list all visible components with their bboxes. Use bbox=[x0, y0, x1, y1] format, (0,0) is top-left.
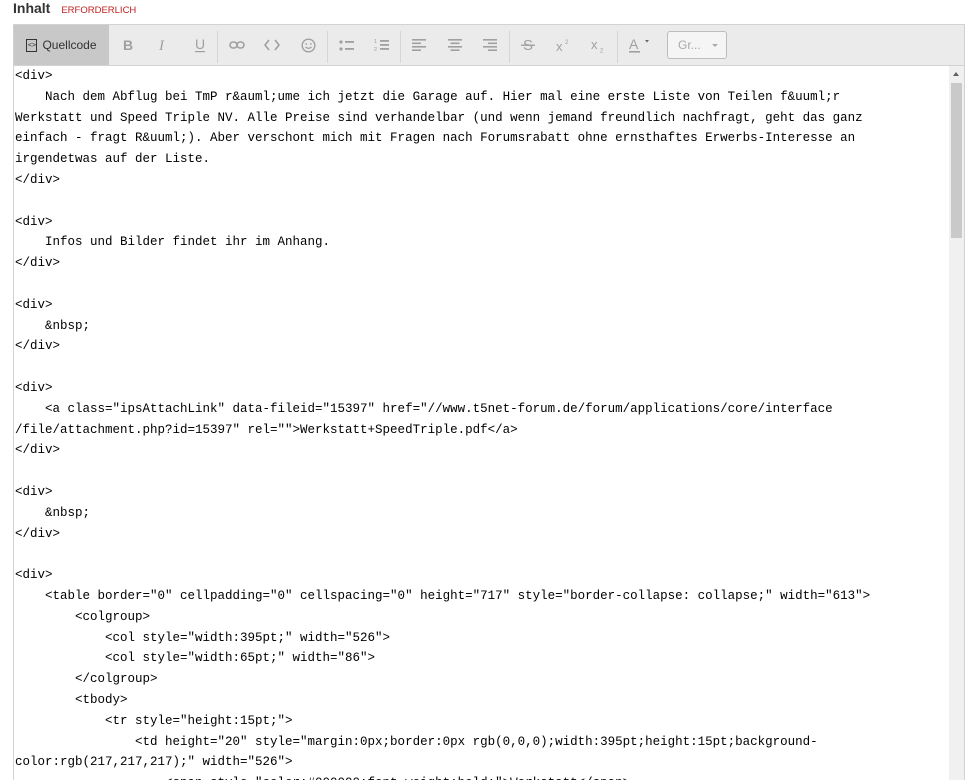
source-icon: <> bbox=[26, 38, 38, 52]
svg-text:2: 2 bbox=[600, 48, 604, 53]
code-icon bbox=[264, 39, 280, 51]
toolbar-separator bbox=[617, 31, 618, 63]
code-line: </div> bbox=[15, 443, 61, 458]
align-right-button[interactable] bbox=[480, 25, 500, 65]
bulleted-list-icon bbox=[338, 39, 354, 51]
svg-text:B: B bbox=[123, 38, 133, 52]
svg-text:2: 2 bbox=[565, 40, 569, 46]
code-line: <div> bbox=[15, 484, 53, 499]
code-line: <div> bbox=[15, 214, 53, 229]
code-button[interactable] bbox=[261, 25, 283, 65]
code-line: </div> bbox=[15, 339, 61, 354]
source-button-label: Quellcode bbox=[42, 38, 97, 52]
code-line: <td height="20" style="margin:0px;border… bbox=[15, 734, 818, 749]
code-line: <colgroup> bbox=[15, 609, 151, 624]
code-line: Werkstatt und Speed Triple NV. Alle Prei… bbox=[15, 110, 863, 125]
link-icon bbox=[229, 41, 245, 49]
source-code-text[interactable]: <div> Nach dem Abflug bei TmP r&auml;ume… bbox=[15, 66, 935, 780]
code-line: &nbsp; bbox=[15, 318, 91, 333]
svg-text:x: x bbox=[556, 39, 563, 52]
text-color-button[interactable]: A bbox=[626, 25, 652, 65]
numbered-list-icon: 12 bbox=[374, 39, 389, 52]
svg-text:x: x bbox=[591, 38, 598, 52]
code-line: <tr style="height:15pt;"> bbox=[15, 713, 293, 728]
chevron-down-icon bbox=[712, 44, 718, 47]
code-line: Infos und Bilder findet ihr im Anhang. bbox=[15, 235, 331, 250]
svg-text:A: A bbox=[629, 37, 639, 52]
toolbar-separator bbox=[400, 31, 401, 63]
field-header: Inhalt ERFORDERLICH bbox=[13, 0, 136, 22]
superscript-icon: x2 bbox=[556, 39, 569, 52]
code-line: <tbody> bbox=[15, 692, 128, 707]
align-center-button[interactable] bbox=[445, 25, 465, 65]
align-right-icon bbox=[483, 39, 497, 51]
scroll-up-arrow-icon[interactable] bbox=[949, 66, 964, 83]
code-line: /file/attachment.php?id=15397" rel="">We… bbox=[15, 422, 518, 437]
code-line: <a class="ipsAttachLink" data-fileid="15… bbox=[15, 401, 833, 416]
emoji-button[interactable] bbox=[298, 25, 318, 65]
code-line: &nbsp; bbox=[15, 505, 91, 520]
strikethrough-button[interactable]: S bbox=[518, 25, 538, 65]
underline-icon: U bbox=[195, 37, 205, 53]
bold-button[interactable]: B bbox=[118, 25, 138, 65]
source-editor[interactable]: <div> Nach dem Abflug bei TmP r&auml;ume… bbox=[13, 66, 965, 780]
text-color-icon: A bbox=[629, 37, 649, 53]
svg-text:2: 2 bbox=[374, 47, 377, 52]
align-left-button[interactable] bbox=[409, 25, 429, 65]
link-button[interactable] bbox=[227, 25, 247, 65]
smiley-icon bbox=[300, 37, 316, 53]
field-title: Inhalt bbox=[13, 0, 51, 16]
code-line: <table border="0" cellpadding="0" cellsp… bbox=[15, 588, 871, 603]
toolbar-separator bbox=[509, 31, 510, 63]
bold-icon: B bbox=[123, 38, 133, 52]
scrollbar-thumb[interactable] bbox=[951, 83, 962, 238]
svg-text:U: U bbox=[195, 37, 205, 52]
svg-text:I: I bbox=[158, 38, 165, 52]
underline-button[interactable]: U bbox=[190, 25, 210, 65]
strikethrough-icon: S bbox=[521, 37, 535, 53]
align-center-icon bbox=[448, 39, 462, 51]
code-line: </colgroup> bbox=[15, 672, 158, 687]
code-line: <div> bbox=[15, 380, 53, 395]
code-line: </div> bbox=[15, 256, 61, 271]
font-size-select[interactable]: Gr... bbox=[667, 31, 727, 59]
numbered-list-button[interactable]: 12 bbox=[371, 25, 391, 65]
required-label: ERFORDERLICH bbox=[61, 5, 137, 16]
code-line: </div> bbox=[15, 526, 61, 541]
bulleted-list-button[interactable] bbox=[336, 25, 356, 65]
code-line: Nach dem Abflug bei TmP r&auml;ume ich j… bbox=[15, 89, 841, 104]
subscript-icon: x2 bbox=[591, 38, 604, 53]
code-line: <col style="width:65pt;" width="86"> bbox=[15, 651, 376, 666]
subscript-button[interactable]: x2 bbox=[589, 25, 609, 65]
code-line: </div> bbox=[15, 172, 61, 187]
font-size-placeholder: Gr... bbox=[678, 38, 701, 52]
code-line: irgendetwas auf der Liste. bbox=[15, 152, 211, 167]
italic-icon: I bbox=[158, 38, 165, 52]
code-line: einfach - fragt R&uuml;). Aber verschont… bbox=[15, 131, 856, 146]
code-line: <div> bbox=[15, 69, 53, 83]
source-button[interactable]: <> Quellcode bbox=[14, 25, 109, 65]
code-line: <div> bbox=[15, 297, 53, 312]
code-line: <col style="width:395pt;" width="526"> bbox=[15, 630, 391, 645]
superscript-button[interactable]: x2 bbox=[554, 25, 574, 65]
code-line: <span style="color:#000000;font-weight:b… bbox=[15, 773, 935, 780]
toolbar-separator bbox=[217, 31, 218, 63]
svg-text:1: 1 bbox=[374, 39, 377, 45]
code-line: <div> bbox=[15, 568, 53, 583]
code-line: color:rgb(217,217,217);" width="526"> bbox=[15, 755, 293, 770]
editor-toolbar: <> Quellcode B I U 12 S x2 x2 A Gr... bbox=[13, 24, 965, 66]
vertical-scrollbar[interactable] bbox=[949, 66, 964, 780]
italic-button[interactable]: I bbox=[153, 25, 173, 65]
toolbar-separator bbox=[327, 31, 328, 63]
align-left-icon bbox=[412, 39, 426, 51]
